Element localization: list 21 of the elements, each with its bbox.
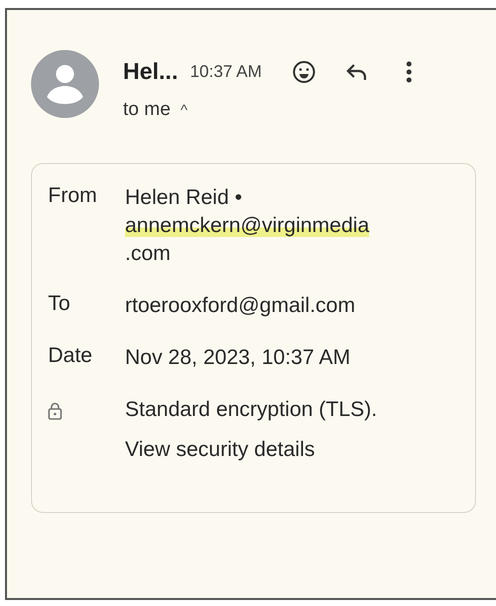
- encryption-text: Standard encryption (TLS).: [125, 397, 378, 423]
- lock-icon: [48, 402, 62, 420]
- recipient-summary: to me: [123, 99, 171, 121]
- sender-email: .com: [125, 241, 171, 267]
- field-value: Nov 28, 2023, 10:37 AM: [125, 345, 352, 371]
- smiley-icon: [292, 60, 316, 84]
- avatar-icon: [31, 50, 99, 118]
- reply-button[interactable]: [346, 62, 368, 80]
- message-time: 10:37 AM: [190, 62, 262, 82]
- field-value: rtoerooxford@gmail.com: [125, 293, 356, 319]
- sender-name: Hel...: [123, 58, 178, 85]
- emoji-button[interactable]: [292, 60, 316, 84]
- field-label: Date: [48, 344, 94, 368]
- reply-icon: [346, 62, 368, 80]
- sender-name: Helen Reid •: [125, 185, 244, 211]
- field-label: To: [48, 292, 72, 316]
- more-button[interactable]: [406, 60, 412, 82]
- more-icon: [406, 60, 412, 82]
- security-details-link[interactable]: View security details: [125, 436, 475, 464]
- field-label: From: [48, 184, 98, 208]
- collapse-toggle[interactable]: ^: [180, 102, 188, 118]
